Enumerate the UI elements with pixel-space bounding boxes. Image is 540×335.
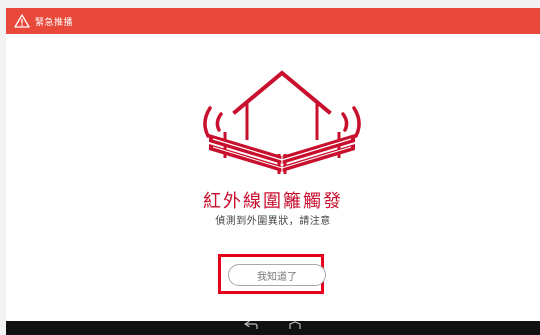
header-title: 緊急推播	[35, 17, 74, 28]
alert-title: 紅外線圍籬觸發	[203, 191, 343, 212]
system-navigation-bar	[6, 321, 540, 335]
alert-subtitle: 偵測到外圍異狀，請注意	[215, 216, 331, 227]
house-boundary-alarm-icon	[197, 70, 367, 178]
home-icon[interactable]	[283, 321, 307, 335]
acknowledge-button[interactable]: 我知道了	[228, 264, 326, 286]
alert-header: 緊急推播	[6, 8, 540, 34]
back-arrow-icon[interactable]	[239, 321, 263, 335]
warning-triangle-icon	[14, 14, 30, 28]
alert-screen: 緊急推播 紅外線圍籬觸發 偵測到外圍異狀，請注意 我知道了	[6, 8, 540, 335]
